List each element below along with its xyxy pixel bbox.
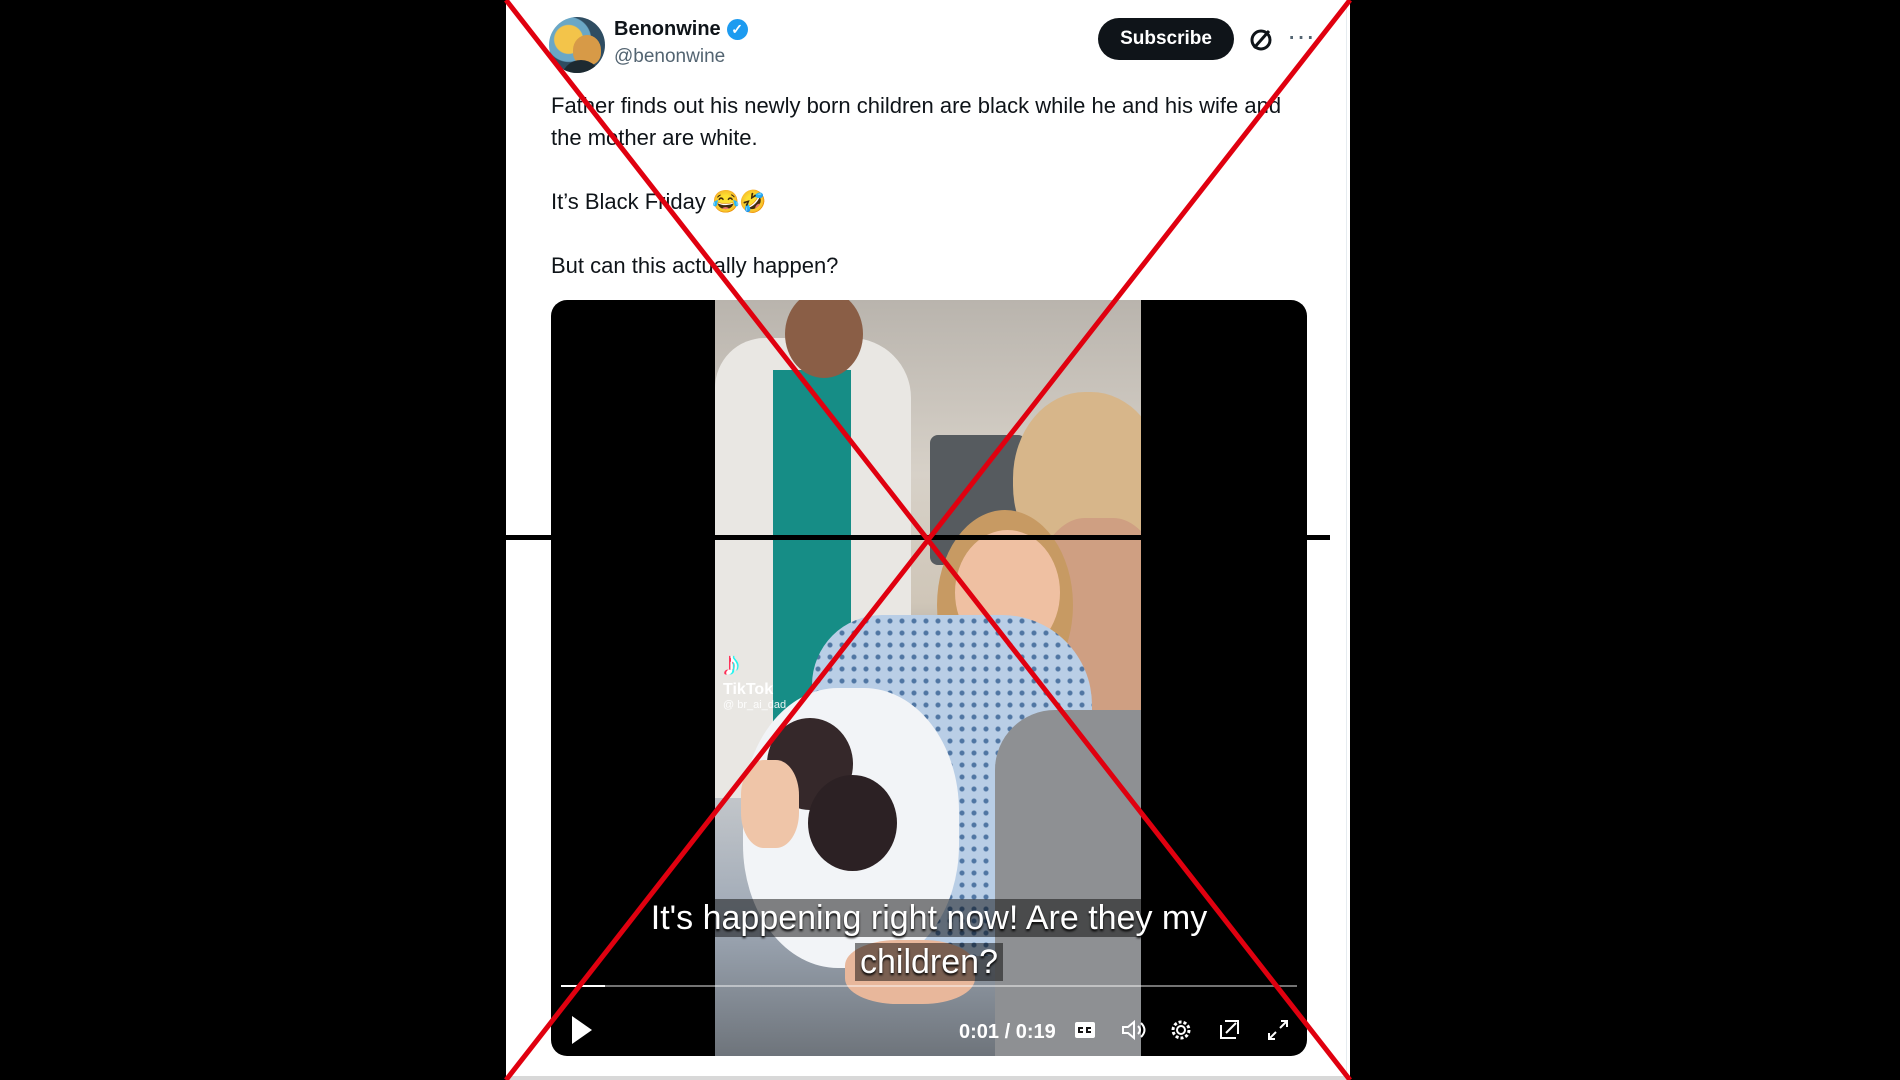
grok-icon[interactable] [1247,26,1275,54]
video-time: 0:01 / 0:19 [959,1021,1056,1043]
volume-icon[interactable] [1119,1016,1147,1044]
tiktok-user: @ br_ai_dad [723,699,787,711]
tweet-text: Father finds out his newly born children… [551,90,1311,314]
more-icon[interactable]: ··· [1284,22,1318,54]
tweet-paragraph: It’s Black Friday 😂🤣 [551,189,767,214]
settings-icon[interactable] [1167,1016,1195,1044]
caption-line: It's happening right now! Are they my [645,899,1213,937]
video-progress-bar[interactable] [561,985,1297,987]
caption-line: children? [855,943,1003,981]
tweet-paragraph: But can this actually happen? [551,253,839,278]
tiktok-watermark: ♪ TikTok @ br_ai_dad [723,647,786,711]
tweet-card: Benonwine ✓ @benonwine Subscribe ··· Fat… [506,0,1350,1080]
author-avatar[interactable] [549,17,605,73]
tiktok-icon: ♪ [723,645,740,683]
verified-badge-icon: ✓ [726,19,748,40]
subscribe-button[interactable]: Subscribe [1098,18,1234,60]
play-icon[interactable] [567,1012,597,1048]
image-divider-line [0,535,1330,540]
tiktok-brand: TikTok [723,681,774,698]
fullscreen-icon[interactable] [1264,1016,1292,1044]
hand [741,760,799,848]
bottom-border [506,1076,1350,1080]
tweet-paragraph: Father finds out his newly born children… [551,93,1282,150]
video-controls: 0:01 / 0:19 [551,1008,1307,1056]
author-name-row: Benonwine ✓ [614,18,748,41]
video-player[interactable]: ♪ TikTok @ br_ai_dad It's happening righ… [551,300,1307,1056]
card-border [1346,0,1347,1080]
father-sweater [995,710,1141,1056]
baby-head [808,775,897,871]
author-handle[interactable]: @benonwine [614,46,725,68]
author-name[interactable]: Benonwine [614,18,721,41]
captions-icon[interactable] [1071,1016,1099,1044]
video-progress-fill [561,985,606,987]
picture-in-picture-icon[interactable] [1215,1016,1243,1044]
video-caption: It's happening right now! Are they my ch… [611,896,1247,984]
